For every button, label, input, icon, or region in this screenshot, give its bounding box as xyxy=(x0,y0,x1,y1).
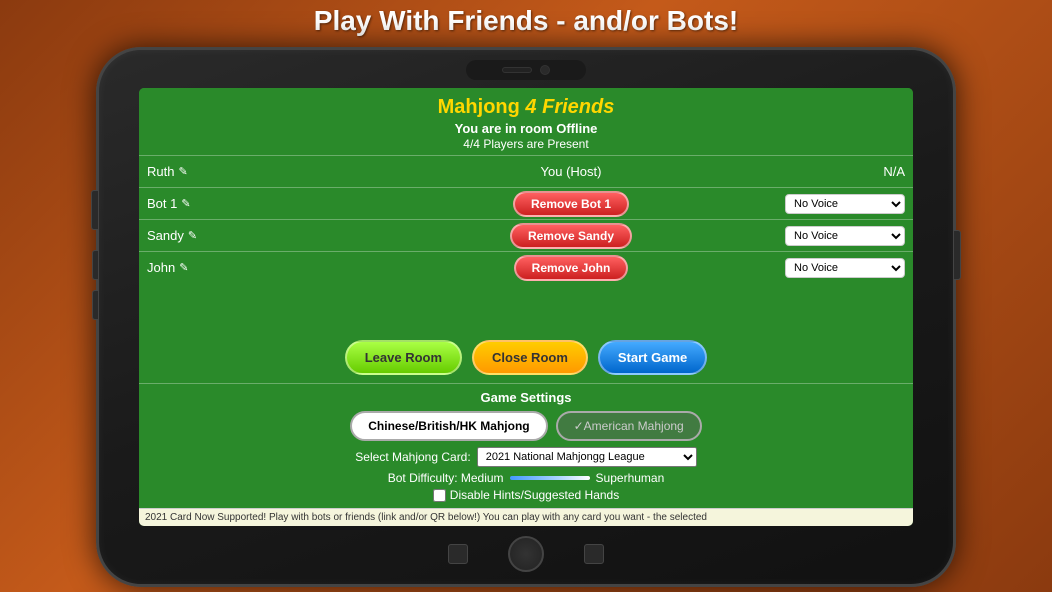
camera-bar xyxy=(466,60,586,80)
card-select[interactable]: 2021 National Mahjongg League xyxy=(477,447,697,467)
remove-john-button[interactable]: Remove John xyxy=(514,255,629,281)
difficulty-row: Bot Difficulty: Medium Superhuman xyxy=(147,471,905,485)
hints-checkbox[interactable] xyxy=(433,489,446,502)
game-settings: Game Settings Chinese/British/HK Mahjong… xyxy=(139,383,913,508)
bottom-note: 2021 Card Now Supported! Play with bots … xyxy=(139,508,913,526)
leave-room-button[interactable]: Leave Room xyxy=(345,340,462,375)
speaker-dot xyxy=(502,67,532,73)
camera-dot xyxy=(540,65,550,75)
player-row-ruth: Ruth ✎ You (Host) N/A xyxy=(139,155,913,187)
player-extra-sandy: No Voice xyxy=(775,226,905,246)
home-area xyxy=(448,536,604,572)
recent-button[interactable] xyxy=(584,544,604,564)
player-row-bot1: Bot 1 ✎ Remove Bot 1 No Voice xyxy=(139,187,913,219)
edit-icon-john: ✎ xyxy=(179,261,188,274)
player-row-john: John ✎ Remove John No Voice xyxy=(139,251,913,283)
you-host-label: You (Host) xyxy=(541,164,602,179)
players-table: Ruth ✎ You (Host) N/A Bot 1 ✎ xyxy=(139,155,913,332)
title-sub: 4 Friends xyxy=(525,96,614,118)
screen: Mahjong 4 Friends You are in room Offlin… xyxy=(139,88,913,526)
player-extra-john: No Voice xyxy=(775,258,905,278)
phone-body: SAMSUNG Mahjong 4 Friends You are in roo… xyxy=(96,47,956,587)
hints-label: Disable Hints/Suggested Hands xyxy=(450,488,619,502)
select-card-label: Select Mahjong Card: xyxy=(355,450,470,464)
phone-wrapper: SAMSUNG Mahjong 4 Friends You are in roo… xyxy=(96,47,956,587)
vol-down-button[interactable] xyxy=(92,290,99,320)
room-label: You are in room Offline xyxy=(143,121,909,136)
vol-up-button[interactable] xyxy=(92,250,99,280)
home-button[interactable] xyxy=(508,536,544,572)
player-name-john: John ✎ xyxy=(147,260,367,275)
remove-sandy-button[interactable]: Remove Sandy xyxy=(510,223,632,249)
player-extra-ruth: N/A xyxy=(775,164,905,179)
back-button[interactable] xyxy=(448,544,468,564)
edit-icon-sandy: ✎ xyxy=(188,229,197,242)
game-title: Mahjong 4 Friends xyxy=(143,96,909,119)
right-button[interactable] xyxy=(953,230,961,280)
player-extra-bot1: No Voice xyxy=(775,194,905,214)
voice-select-bot1[interactable]: No Voice xyxy=(785,194,905,214)
start-game-button[interactable]: Start Game xyxy=(598,340,707,375)
voice-select-sandy[interactable]: No Voice xyxy=(785,226,905,246)
player-action-bot1: Remove Bot 1 xyxy=(367,191,775,217)
player-action-ruth: You (Host) xyxy=(367,164,775,179)
close-room-button[interactable]: Close Room xyxy=(472,340,588,375)
remove-bot1-button[interactable]: Remove Bot 1 xyxy=(513,191,629,217)
difficulty-right: Superhuman xyxy=(596,471,665,485)
game-header: Mahjong 4 Friends You are in room Offlin… xyxy=(139,88,913,155)
type-american-button[interactable]: ✓American Mahjong xyxy=(556,411,702,441)
na-label: N/A xyxy=(883,164,905,179)
voice-select-john[interactable]: No Voice xyxy=(785,258,905,278)
settings-title: Game Settings xyxy=(147,390,905,405)
power-button[interactable] xyxy=(91,190,99,230)
player-action-sandy: Remove Sandy xyxy=(367,223,775,249)
edit-icon-bot1: ✎ xyxy=(181,197,190,210)
mahjong-type-row: Chinese/British/HK Mahjong ✓American Mah… xyxy=(147,411,905,441)
players-label: 4/4 Players are Present xyxy=(143,137,909,151)
player-row-sandy: Sandy ✎ Remove Sandy No Voice xyxy=(139,219,913,251)
player-name-bot1: Bot 1 ✎ xyxy=(147,196,367,211)
title-main: Mahjong xyxy=(438,96,520,118)
type-chinese-button[interactable]: Chinese/British/HK Mahjong xyxy=(350,411,547,441)
page-title-bar: Play With Friends - and/or Bots! xyxy=(314,5,738,37)
edit-icon-ruth: ✎ xyxy=(178,165,187,178)
player-name-sandy: Sandy ✎ xyxy=(147,228,367,243)
difficulty-slider[interactable] xyxy=(510,476,590,480)
player-action-john: Remove John xyxy=(367,255,775,281)
difficulty-label: Bot Difficulty: Medium xyxy=(388,471,504,485)
hints-row: Disable Hints/Suggested Hands xyxy=(147,488,905,502)
action-buttons: Leave Room Close Room Start Game xyxy=(139,332,913,383)
player-name-ruth: Ruth ✎ xyxy=(147,164,367,179)
select-card-row: Select Mahjong Card: 2021 National Mahjo… xyxy=(147,447,905,467)
difficulty-slider-wrapper xyxy=(510,476,590,480)
